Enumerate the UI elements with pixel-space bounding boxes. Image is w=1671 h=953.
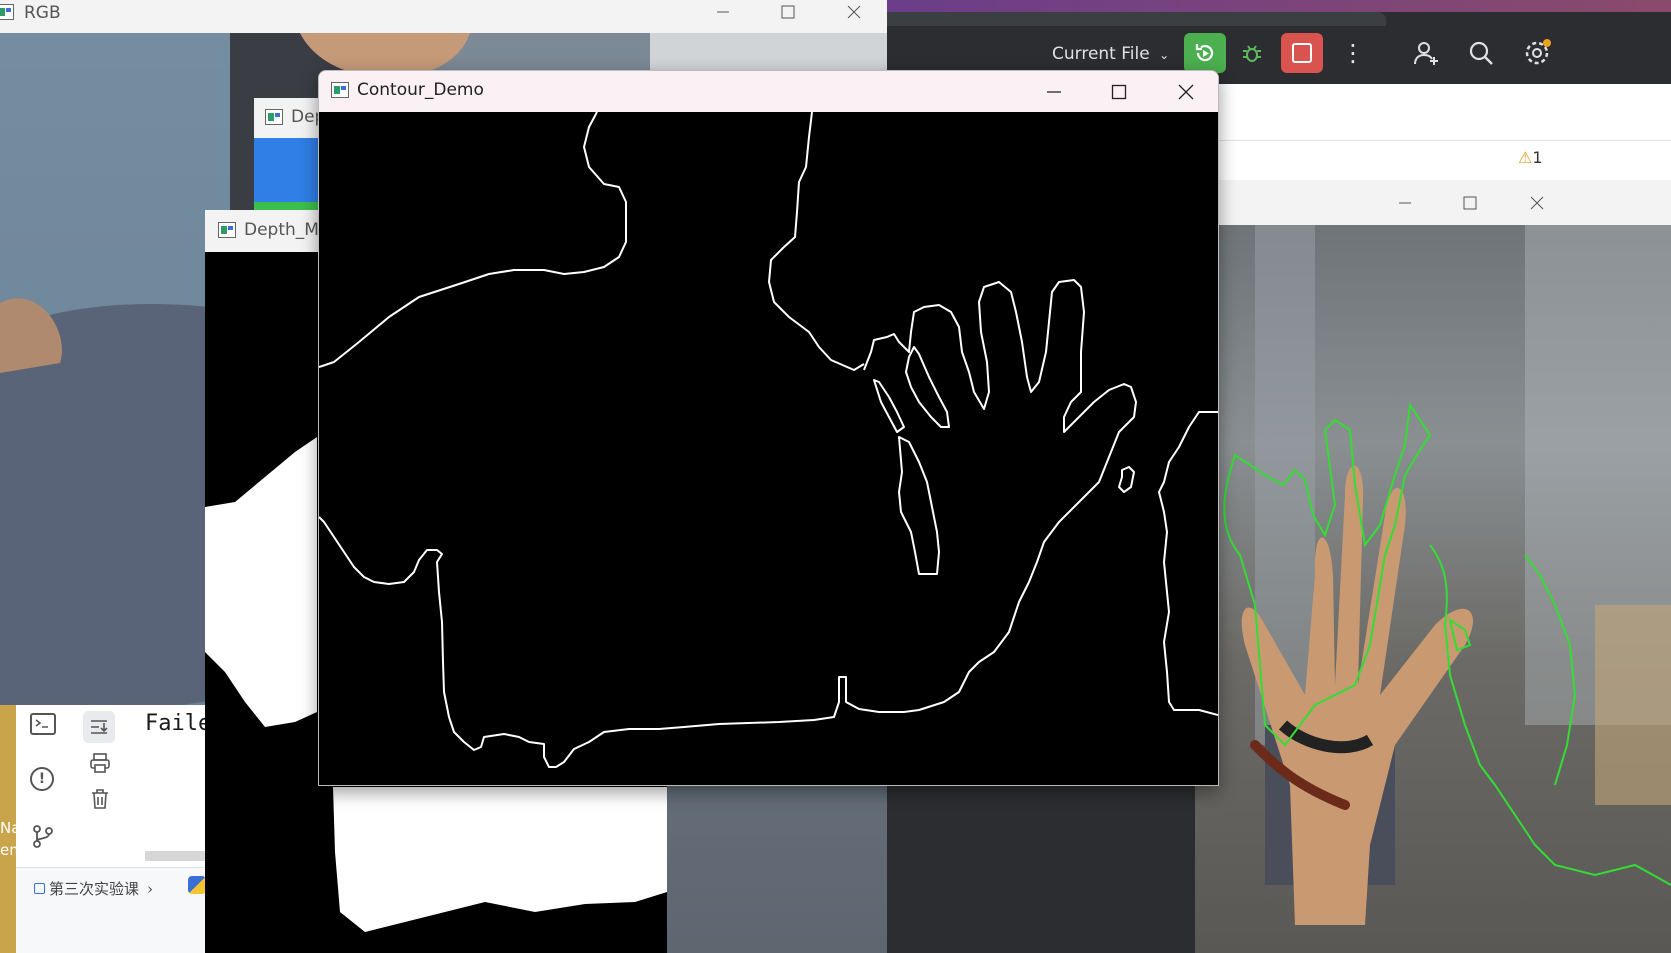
warning-icon: ⚠: [1518, 148, 1533, 167]
git-icon[interactable]: [30, 823, 56, 849]
run-config-selector[interactable]: Current File ⌄: [1052, 44, 1169, 64]
problems-icon[interactable]: !: [30, 767, 54, 791]
trash-icon[interactable]: [88, 787, 112, 811]
contour-view: [319, 112, 1218, 785]
chevron-right-icon: ›: [147, 880, 154, 898]
ide-bottom-panel: Na em ! Faile 第三次实验课 ›: [0, 705, 205, 953]
terminal-output: Faile: [145, 711, 205, 736]
settings-icon[interactable]: [1522, 38, 1554, 70]
minimize-icon: [1047, 90, 1061, 93]
debug-icon[interactable]: [1236, 38, 1268, 70]
camera-contour-view: [1195, 225, 1671, 953]
warning-count: 1: [1532, 148, 1543, 167]
app-icon: [265, 109, 283, 125]
search-icon[interactable]: [1466, 38, 1498, 70]
contour-demo-window[interactable]: Contour_Demo: [318, 70, 1219, 786]
chevron-down-icon: ⌄: [1159, 48, 1170, 62]
ide-top-strip: [886, 0, 1671, 12]
close-icon: [1178, 84, 1194, 99]
print-icon[interactable]: [88, 751, 112, 775]
close-icon: [1530, 196, 1544, 209]
more-icon[interactable]: ⋮: [1341, 38, 1365, 70]
minimize-icon: [717, 11, 729, 13]
folder-icon: [34, 883, 45, 894]
minimize-button[interactable]: [708, 0, 738, 24]
depth-map-window-title: Depth_Ma: [244, 220, 330, 240]
contour-window-title: Contour_Demo: [357, 80, 484, 100]
minimize-icon: [1399, 202, 1411, 203]
partial-left-label-1: Na: [0, 819, 21, 837]
minimize-button[interactable]: [1039, 71, 1069, 112]
horizontal-scrollbar[interactable]: [145, 851, 205, 861]
ide-status-bar: 第三次实验课 ›: [16, 867, 205, 953]
stop-icon[interactable]: [1281, 33, 1323, 73]
close-button[interactable]: [1522, 180, 1552, 225]
ide-tab-strip: [886, 12, 1386, 26]
maximize-button[interactable]: [773, 0, 803, 24]
breadcrumb-project: 第三次实验课: [49, 880, 140, 898]
maximize-button[interactable]: [1104, 71, 1134, 112]
add-user-icon[interactable]: [1411, 38, 1443, 70]
app-icon: [331, 82, 349, 98]
breadcrumb[interactable]: 第三次实验课 ›: [34, 878, 153, 899]
run-config-label: Current File: [1052, 44, 1150, 64]
app-icon: [0, 4, 14, 20]
close-icon: [847, 5, 861, 19]
maximize-button[interactable]: [1455, 180, 1485, 225]
close-button[interactable]: [839, 0, 869, 24]
close-button[interactable]: [1171, 71, 1201, 112]
terminal-icon[interactable]: [30, 713, 56, 735]
minimize-button[interactable]: [1390, 180, 1420, 225]
scroll-end-icon: [91, 720, 108, 734]
camera-contour-window[interactable]: [1195, 180, 1671, 953]
rgb-window-title: RGB: [24, 3, 61, 23]
partial-left-label-2: em: [0, 841, 24, 859]
maximize-icon: [1111, 84, 1127, 99]
python-icon: [188, 876, 205, 894]
scroll-end-button[interactable]: [83, 711, 115, 743]
maximize-icon: [781, 5, 795, 19]
warning-indicator[interactable]: ⚠1: [1518, 148, 1543, 167]
app-icon: [218, 222, 236, 238]
maximize-icon: [1463, 196, 1477, 209]
run-icon[interactable]: [1184, 33, 1226, 73]
